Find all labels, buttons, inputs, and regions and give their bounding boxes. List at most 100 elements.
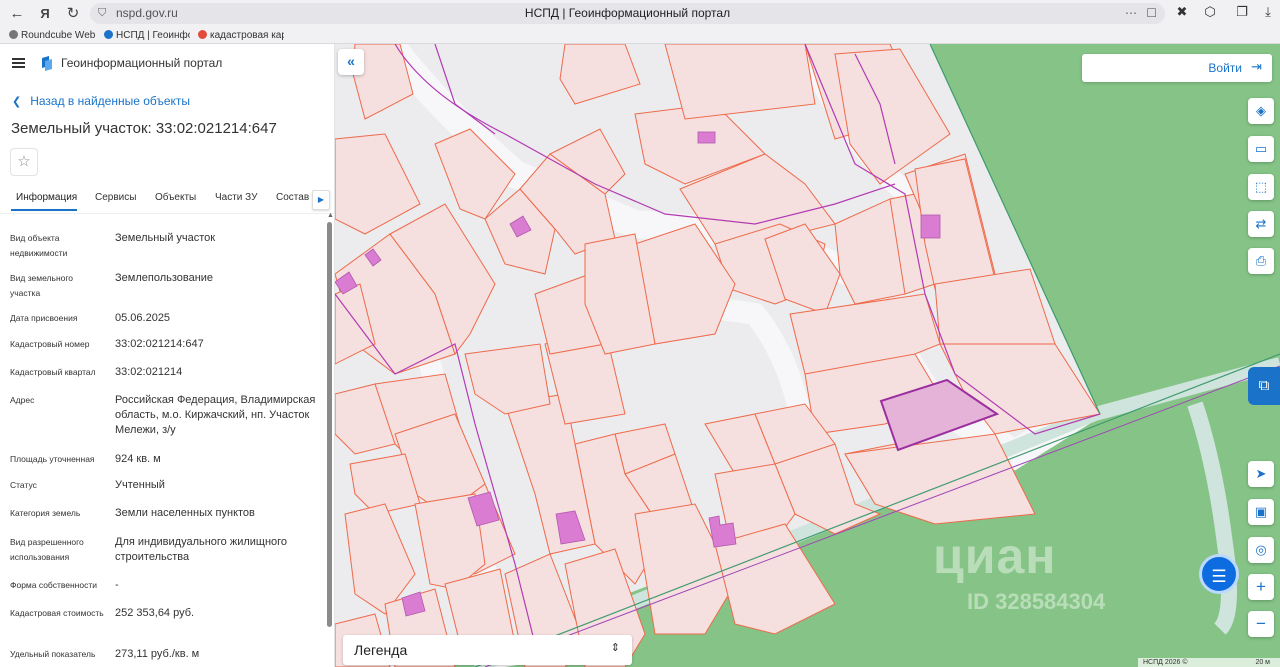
- tab-parts[interactable]: Части ЗУ: [215, 192, 257, 203]
- tab-page-title: НСПД | Геоинформационный портал: [524, 6, 731, 20]
- star-icon: ☆: [17, 153, 31, 170]
- info-label: Площадь уточненная: [10, 454, 95, 464]
- more-icon[interactable]: ⋯: [1125, 3, 1137, 24]
- info-label: Вид земельного участка: [10, 273, 74, 298]
- zoom-in-button[interactable]: +: [1248, 574, 1274, 600]
- navigation-arrow-icon: ➤: [1255, 466, 1267, 481]
- collections-icon[interactable]: ❐: [1232, 4, 1252, 22]
- login-icon: ⇥: [1251, 59, 1262, 74]
- cadastral-map[interactable]: [335, 44, 1280, 667]
- back-icon[interactable]: ←: [5, 4, 29, 24]
- object-panel: Геоинформационный портал ❮ Назад в найден…: [0, 44, 335, 667]
- chevron-left-icon: ❮: [12, 96, 22, 108]
- info-value: Учтенный: [115, 479, 165, 491]
- chat-button[interactable]: ☰: [1199, 554, 1239, 594]
- select-area-icon: ⬚: [1254, 179, 1268, 194]
- bookmark-roundcube[interactable]: Roundcube Webm: [9, 27, 95, 44]
- info-value: Земли населенных пунктов: [115, 507, 255, 519]
- tab-services[interactable]: Сервисы: [95, 192, 136, 203]
- yandex-search-icon: [198, 30, 207, 39]
- scroll-up-icon[interactable]: ▲: [327, 212, 334, 219]
- info-label: Статус: [10, 480, 37, 490]
- target-icon: ◎: [1255, 542, 1267, 557]
- reload-icon[interactable]: ↻: [61, 4, 85, 24]
- minus-icon: −: [1256, 614, 1266, 633]
- bookmark-kadastr[interactable]: кадастровая карт: [198, 27, 284, 44]
- legend-label: Легенда: [354, 642, 408, 658]
- map-canvas[interactable]: циан ID 328584304 « Войти ⇥ ◈ ▭ ⬚ ⇄ ⎙ ⧉ …: [335, 44, 1280, 667]
- info-value: 33:02:021214: [115, 366, 183, 378]
- double-chevron-left-icon: «: [347, 53, 355, 69]
- ruler-button[interactable]: ▭: [1248, 136, 1274, 162]
- info-value: 924 кв. м: [115, 453, 161, 465]
- info-value: Российская Федерация, Владимирская облас…: [115, 394, 316, 436]
- layers-icon: ◈: [1256, 103, 1266, 118]
- share-button[interactable]: ⇄: [1248, 211, 1274, 237]
- zoom-out-button[interactable]: −: [1248, 611, 1274, 637]
- layers-button[interactable]: ◈: [1248, 98, 1274, 124]
- cian-watermark: циан: [933, 528, 1057, 584]
- locate-button[interactable]: ◎: [1248, 537, 1274, 563]
- collapse-panel-button[interactable]: «: [338, 49, 364, 75]
- favorite-star-button[interactable]: ☆: [10, 148, 38, 176]
- bookmark-icon[interactable]: ☐: [1146, 3, 1157, 24]
- ruler-icon: ▭: [1254, 141, 1268, 156]
- legend-dropdown[interactable]: Легенда ⇕: [343, 635, 632, 665]
- scale-label: 20 м: [1255, 659, 1270, 666]
- info-value: 33:02:021214:647: [115, 338, 204, 350]
- info-label: Адрес: [10, 395, 35, 405]
- chat-icon: ☰: [1211, 567, 1227, 586]
- yandex-icon[interactable]: Я: [33, 4, 57, 24]
- side-panel-tab[interactable]: ⧉: [1248, 367, 1280, 405]
- chevron-updown-icon: ⇕: [610, 642, 620, 654]
- info-label: Кадастровая стоимость: [10, 608, 104, 618]
- share-icon: ⇄: [1255, 216, 1267, 231]
- panel-scrollbar[interactable]: [327, 222, 332, 627]
- info-value: Землепользование: [115, 272, 214, 284]
- roundcube-icon: [9, 30, 18, 39]
- info-value: 252 353,64 руб.: [115, 607, 195, 619]
- info-label: Кадастровый номер: [10, 339, 90, 349]
- object-title: Земельный участок: 33:02:021214:647: [11, 120, 277, 137]
- login-label: Войти: [1208, 61, 1242, 75]
- print-button[interactable]: ⎙: [1248, 248, 1274, 274]
- info-label: Удельный показатель: [10, 649, 96, 659]
- extension-x-icon[interactable]: ✖: [1172, 4, 1192, 22]
- area-select-button[interactable]: ⬚: [1248, 174, 1274, 200]
- download-icon[interactable]: ⤓: [1258, 4, 1278, 22]
- menu-icon[interactable]: [12, 58, 25, 68]
- active-tab-indicator: [11, 209, 77, 211]
- info-value: 273,11 руб./кв. м: [115, 648, 200, 660]
- info-label: Дата присвоения: [10, 313, 78, 323]
- minimap-button[interactable]: ▣: [1248, 499, 1274, 525]
- bookmarks-bar: Roundcube Webm НСПД | Геоинфор кадастров…: [0, 27, 1280, 44]
- info-label: Кадастровый квартал: [10, 367, 96, 377]
- info-label: Категория земель: [10, 508, 81, 518]
- tab-information[interactable]: Информация: [16, 192, 77, 203]
- plus-icon: +: [1256, 577, 1266, 596]
- bookmark-nspd[interactable]: НСПД | Геоинфор: [104, 27, 190, 44]
- cian-watermark-id: ID 328584304: [967, 589, 1106, 614]
- info-label: Вид разрешенного использования: [10, 537, 84, 562]
- tab-composition[interactable]: Состав: [276, 192, 309, 203]
- minimap-icon: ▣: [1254, 504, 1268, 519]
- portal-title: Геоинформационный портал: [61, 56, 223, 70]
- address-bar[interactable]: ⛉ nspd.gov.ru НСПД | Геоинформационный п…: [90, 3, 1165, 24]
- info-value: Для индивидуального жилищного строительс…: [115, 536, 288, 563]
- tab-objects[interactable]: Объекты: [155, 192, 196, 203]
- nspd-icon: [104, 30, 113, 39]
- copyright-text: НСПД 2026 ©: [1143, 659, 1188, 666]
- print-icon: ⎙: [1255, 253, 1267, 268]
- login-button[interactable]: Войти ⇥: [1082, 54, 1272, 82]
- portal-logo-icon: [42, 56, 52, 71]
- info-value: 05.06.2025: [115, 312, 171, 324]
- tabs-scroll-right-icon[interactable]: ▶: [312, 190, 330, 210]
- extensions-icon[interactable]: ⬡: [1200, 4, 1220, 22]
- info-label: Форма собственности: [10, 580, 97, 590]
- browser-toolbar: ← Я ↻ ⛉ nspd.gov.ru НСПД | Геоинформацио…: [0, 0, 1280, 44]
- map-attribution: НСПД 2026 © 20 м: [1138, 658, 1280, 667]
- geolocation-button[interactable]: ➤: [1248, 461, 1274, 487]
- back-to-results-link[interactable]: ❮ Назад в найденные объекты: [12, 94, 190, 108]
- info-value: -: [115, 579, 119, 591]
- map-panel-icon: ⧉: [1258, 377, 1270, 394]
